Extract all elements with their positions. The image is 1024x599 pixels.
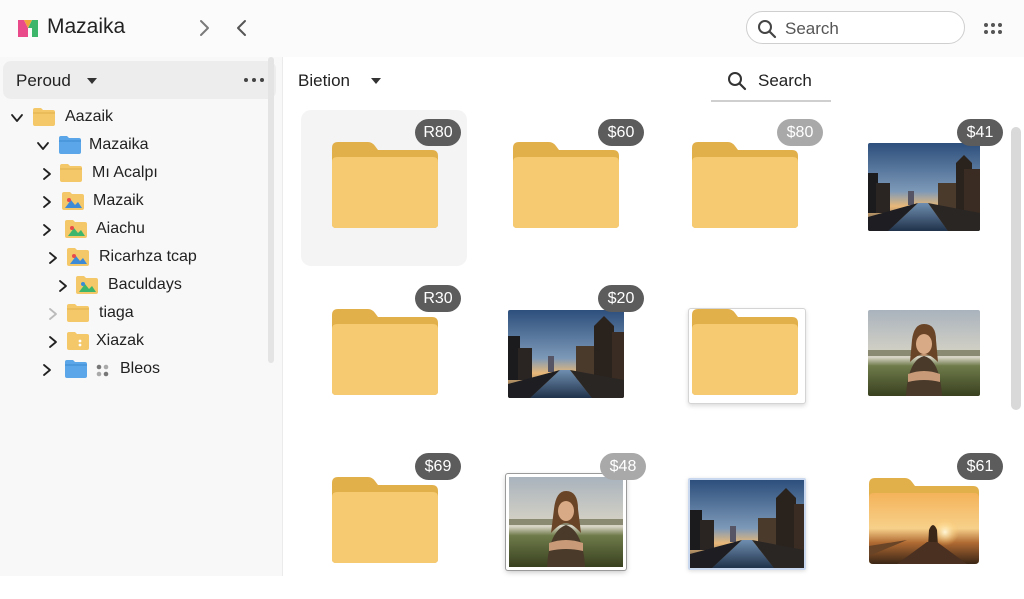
- grid-item[interactable]: $80: [661, 110, 827, 266]
- folder-icon: [513, 142, 619, 228]
- tree-item-root[interactable]: Aazaik: [10, 106, 260, 132]
- chevron-right-icon: [49, 252, 57, 264]
- city-photo-thumbnail: [508, 310, 624, 398]
- search-icon: [728, 72, 747, 91]
- tree-item-label: Mı Acalpı: [92, 164, 158, 181]
- tree-item[interactable]: Aiachu: [40, 218, 266, 244]
- chevron-down-icon: [37, 142, 49, 150]
- price-badge: $61: [957, 453, 1003, 480]
- search-tab[interactable]: Search: [711, 63, 831, 101]
- tree-item[interactable]: tiaga: [46, 302, 266, 328]
- price-badge: $48: [600, 453, 646, 480]
- chevron-right-icon: [43, 364, 51, 376]
- folder-yellow-icon: [60, 164, 82, 182]
- tree-item-mazaika[interactable]: Mazaika: [36, 134, 266, 160]
- grid-item[interactable]: [841, 275, 1007, 431]
- price-badge: $69: [415, 453, 461, 480]
- grid-item[interactable]: $20: [481, 275, 647, 431]
- folder-icon: [332, 477, 438, 563]
- chevron-right-icon: [49, 308, 57, 320]
- tree-item-label: Xiazak: [96, 332, 145, 349]
- chevron-left-icon: [237, 20, 246, 36]
- caret-down-icon: [371, 78, 381, 84]
- search-tab-label: Search: [758, 71, 812, 90]
- sidebar: Peroud Aazaik Mazaika Mı Acalpı Mazaik A…: [0, 57, 283, 576]
- folder-sunset-icon: [869, 478, 979, 564]
- portrait-photo-framed: [506, 474, 626, 570]
- portrait-photo-thumbnail: [868, 310, 980, 396]
- chevron-down-icon: [11, 114, 23, 122]
- search-box[interactable]: [746, 11, 965, 44]
- tree-item[interactable]: Baculdays: [56, 274, 266, 300]
- tree-item-label: Mazaika: [89, 136, 149, 153]
- search-input[interactable]: [783, 17, 957, 41]
- price-badge: R80: [415, 119, 461, 146]
- folder-image-icon: [76, 276, 98, 294]
- folder-icon: [692, 142, 798, 228]
- folder-yellow-icon: [67, 332, 89, 350]
- folder-icon: [332, 309, 438, 395]
- grid-item[interactable]: R80: [301, 110, 467, 266]
- tree-item-label: Bleos: [120, 360, 161, 377]
- folder-blue-icon: [59, 136, 81, 154]
- city-photo-framed: [688, 478, 806, 570]
- tree-item[interactable]: Ricarhza tcap: [46, 246, 266, 272]
- tree-item-label: tiaga: [99, 304, 134, 321]
- chevron-right-icon: [43, 224, 51, 236]
- folder-blue-icon: [65, 360, 87, 378]
- price-badge: $20: [598, 285, 644, 312]
- grid-item[interactable]: $41: [841, 110, 1007, 266]
- price-badge: R30: [415, 285, 461, 312]
- mazaika-logo-icon: [18, 20, 38, 37]
- forward-button[interactable]: [191, 14, 217, 42]
- grid-item[interactable]: $60: [481, 110, 647, 266]
- back-button[interactable]: [229, 14, 255, 42]
- folder-icon: [332, 142, 438, 228]
- tree-item-label: Aiachu: [96, 220, 145, 237]
- chevron-right-icon: [43, 168, 51, 180]
- more-horizontal-icon[interactable]: [244, 78, 266, 84]
- app-title: Mazaika: [47, 15, 126, 38]
- search-tab-underline: [711, 100, 831, 102]
- tree-item[interactable]: Mı Acalpı: [40, 162, 266, 188]
- price-badge: $80: [777, 119, 823, 146]
- portrait-photo-thumbnail: [509, 477, 623, 567]
- sidebar-header-label: Peroud: [16, 71, 71, 90]
- caret-down-icon: [87, 78, 97, 84]
- dots-icon: [96, 364, 109, 377]
- main-header: Bietion Search: [283, 57, 1024, 103]
- tree-item[interactable]: Bleos: [40, 358, 266, 384]
- grid-item[interactable]: R30: [301, 275, 467, 431]
- tree-item-label: Baculdays: [108, 276, 182, 293]
- price-badge: $60: [598, 119, 644, 146]
- chevron-right-icon: [59, 280, 67, 292]
- tree-item[interactable]: Mazaik: [40, 190, 266, 216]
- chevron-right-icon: [200, 20, 209, 36]
- folder-yellow-icon: [33, 108, 55, 126]
- grid-dots-icon[interactable]: [984, 23, 1002, 35]
- city-photo-thumbnail: [690, 480, 804, 568]
- sidebar-header[interactable]: Peroud: [3, 61, 276, 99]
- tree-item-label: Ricarhza tcap: [99, 248, 197, 265]
- chevron-right-icon: [43, 196, 51, 208]
- grid-item[interactable]: [661, 275, 827, 431]
- tree-item-label: Aazaik: [65, 108, 114, 125]
- city-photo-thumbnail: [868, 143, 980, 231]
- folder-image-icon: [65, 220, 87, 238]
- tree-item[interactable]: Xiazak: [46, 330, 266, 356]
- folder-image-icon: [62, 192, 84, 210]
- folder-yellow-icon: [67, 304, 89, 322]
- folder-icon: [692, 309, 798, 395]
- folder-image-icon: [67, 248, 89, 266]
- search-icon: [758, 20, 777, 39]
- tree-item-label: Mazaik: [93, 192, 144, 209]
- top-bar: Mazaika: [0, 0, 1024, 58]
- sidebar-scrollbar[interactable]: [268, 57, 274, 363]
- price-badge: $41: [957, 119, 1003, 146]
- chevron-right-icon: [49, 336, 57, 348]
- sort-dropdown[interactable]: Bietion: [298, 71, 350, 91]
- main-panel: Bietion Search R80 $60 $80 $41 R30 $20 $…: [283, 57, 1024, 576]
- main-scrollbar[interactable]: [1011, 127, 1021, 410]
